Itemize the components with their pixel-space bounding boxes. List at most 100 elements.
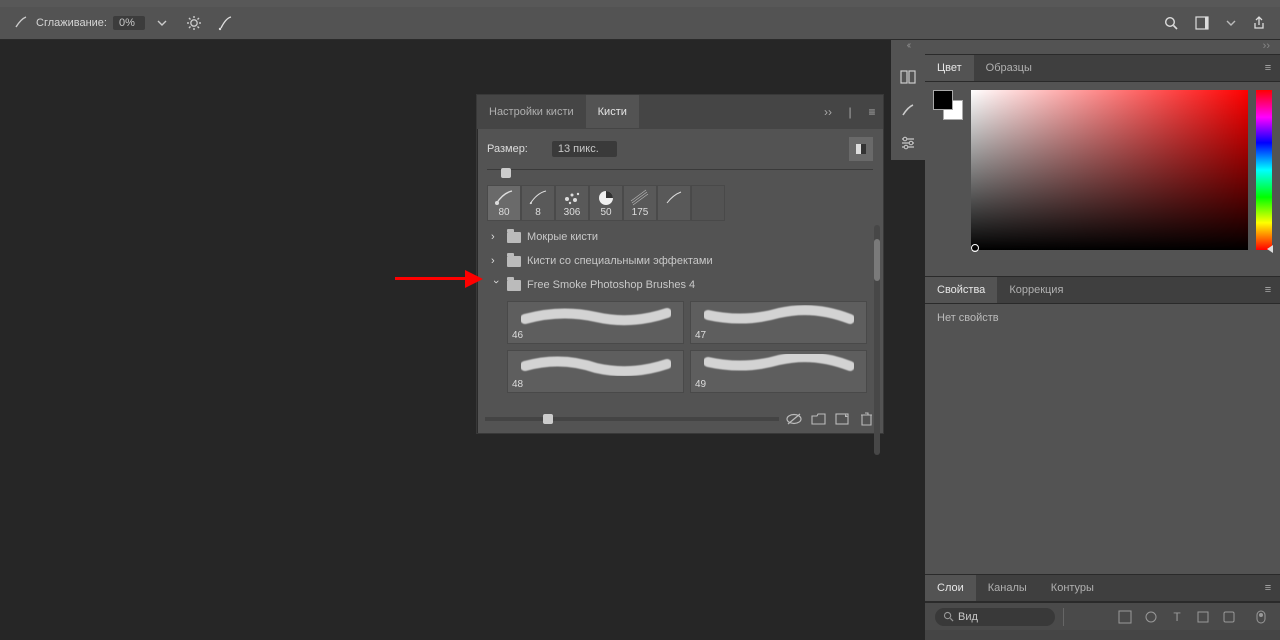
filter-shape-icon[interactable]: [1194, 608, 1212, 626]
brush-size-label: Размер:: [487, 143, 528, 155]
brush-folder-name: Кисти со специальными эффектами: [527, 255, 713, 267]
brush-thumbnail[interactable]: 47: [690, 301, 867, 344]
collapse-dock-icon[interactable]: ‹‹: [891, 40, 925, 54]
layers-filter-type[interactable]: Вид: [935, 608, 1055, 626]
tab-adjustments[interactable]: Коррекция: [997, 277, 1075, 303]
brush-preset-item[interactable]: 175: [623, 185, 657, 221]
workspace-switcher-icon[interactable]: [1194, 12, 1216, 34]
brush-thumbnail[interactable]: 49: [690, 350, 867, 393]
brush-preset-item[interactable]: 8: [521, 185, 555, 221]
right-panel-stack: ›› Цвет Образцы ≡ Свойства Коррекция ≡ Н…: [925, 40, 1280, 640]
brush-panel-scrollbar[interactable]: [874, 225, 880, 455]
filter-toggle-icon[interactable]: [1252, 608, 1270, 626]
adjustments-tool-icon[interactable]: [894, 131, 922, 156]
brush-thumbnail[interactable]: 48: [507, 350, 684, 393]
filter-pixel-icon[interactable]: [1116, 608, 1134, 626]
foreground-color-swatch[interactable]: [933, 90, 953, 110]
folder-icon: [507, 232, 521, 243]
layers-panel-menu-icon[interactable]: ≡: [1256, 575, 1280, 601]
brush-size-value[interactable]: 13 пикс.: [552, 141, 617, 157]
brush-folder: › Мокрые кисти: [487, 225, 873, 249]
brush-thumbnail[interactable]: 46: [507, 301, 684, 344]
brush-tool-icon[interactable]: [894, 97, 922, 122]
brush-panel: Настройки кисти Кисти ›› | ≡ Размер: 13 …: [476, 94, 884, 434]
brush-folder: › Free Smoke Photoshop Brushes 4 46 47 4…: [487, 273, 873, 401]
folder-open-icon: [507, 280, 521, 291]
slider-thumb-icon[interactable]: [501, 168, 511, 178]
hue-slider-thumb-icon[interactable]: [1267, 245, 1273, 253]
brush-folder-header[interactable]: › Кисти со специальными эффектами: [487, 249, 873, 273]
color-panel-body: [925, 82, 1280, 276]
folder-icon: [507, 256, 521, 267]
properties-panel-tabs: Свойства Коррекция ≡: [925, 276, 1280, 304]
brush-preset-label: 8: [535, 207, 541, 218]
scrollbar-thumb[interactable]: [874, 239, 880, 281]
brush-delete-icon[interactable]: [857, 411, 875, 427]
collapse-panels-icon[interactable]: ››: [925, 40, 1280, 54]
tab-channels[interactable]: Каналы: [976, 575, 1039, 601]
tab-layers[interactable]: Слои: [925, 575, 976, 601]
smoothing-settings-icon[interactable]: [183, 12, 205, 34]
brush-size-slider[interactable]: [487, 169, 873, 175]
hue-slider[interactable]: [1256, 90, 1272, 250]
brush-folder-name: Free Smoke Photoshop Brushes 4: [527, 279, 695, 291]
tab-properties[interactable]: Свойства: [925, 277, 997, 303]
layers-filter-placeholder: Вид: [958, 611, 978, 623]
brush-flip-toggle[interactable]: [849, 137, 873, 161]
properties-body: Нет свойств: [925, 304, 1280, 574]
properties-panel-menu-icon[interactable]: ≡: [1256, 277, 1280, 303]
brush-panel-tabs: Настройки кисти Кисти ›› | ≡: [477, 95, 883, 129]
brush-new-icon[interactable]: [833, 411, 851, 427]
brush-panel-collapse-icon[interactable]: ››: [817, 95, 839, 128]
symmetry-icon[interactable]: [215, 12, 237, 34]
color-panel-menu-icon[interactable]: ≡: [1256, 55, 1280, 81]
smoothing-dropdown-icon[interactable]: [151, 12, 173, 34]
slider-thumb-icon[interactable]: [543, 414, 553, 424]
brush-preset-label: 175: [632, 207, 649, 218]
fgbg-swatch[interactable]: [933, 90, 963, 120]
chevron-down-icon: ›: [490, 280, 502, 290]
tab-paths[interactable]: Контуры: [1039, 575, 1106, 601]
tab-brush-settings[interactable]: Настройки кисти: [477, 95, 586, 128]
brush-panel-bottom: [477, 407, 883, 433]
tab-brushes[interactable]: Кисти: [586, 95, 639, 128]
filter-dropdown-icon[interactable]: [1063, 608, 1075, 626]
options-bar: Сглаживание: 0%: [0, 7, 1280, 40]
brush-preset-item[interactable]: 80: [487, 185, 521, 221]
brush-folder-new-icon[interactable]: [809, 411, 827, 427]
brush-preset-item[interactable]: 306: [555, 185, 589, 221]
filter-adjustment-icon[interactable]: [1142, 608, 1160, 626]
chevron-right-icon: ›: [491, 255, 501, 267]
brush-thumb-label: 48: [512, 377, 679, 390]
filter-type-icon[interactable]: T: [1168, 608, 1186, 626]
brush-panel-divider: |: [839, 95, 861, 128]
layers-filter-row: Вид T: [925, 602, 1280, 630]
color-panel-tabs: Цвет Образцы ≡: [925, 54, 1280, 82]
tab-color[interactable]: Цвет: [925, 55, 974, 81]
brush-panel-menu-icon[interactable]: ≡: [861, 95, 883, 128]
brush-folder-header[interactable]: › Мокрые кисти: [487, 225, 873, 249]
brush-preset-label: 50: [600, 207, 611, 218]
brush-thumb-label: 47: [695, 328, 862, 341]
smoothing-value[interactable]: 0%: [113, 16, 145, 30]
share-icon[interactable]: [1248, 12, 1270, 34]
chevron-right-icon: ›: [491, 231, 501, 243]
color-field[interactable]: [971, 90, 1248, 250]
history-tool-icon[interactable]: [894, 64, 922, 89]
callout-arrow: [395, 268, 487, 288]
brush-preset-item[interactable]: 50: [589, 185, 623, 221]
smoothing-label: Сглаживание:: [36, 17, 107, 29]
layers-panel-tabs: Слои Каналы Контуры ≡: [925, 574, 1280, 602]
brush-folder-header[interactable]: › Free Smoke Photoshop Brushes 4: [487, 273, 873, 297]
brush-preview-toggle-icon[interactable]: [785, 411, 803, 427]
tab-swatches[interactable]: Образцы: [974, 55, 1044, 81]
filter-smart-icon[interactable]: [1220, 608, 1238, 626]
brush-folder: › Кисти со специальными эффектами: [487, 249, 873, 273]
brush-preset-item[interactable]: [657, 185, 691, 221]
brush-preset-label: 80: [498, 207, 509, 218]
brush-thumb-size-slider[interactable]: [485, 417, 779, 421]
workspace-dropdown-icon[interactable]: [1220, 12, 1242, 34]
brush-folder-items: 46 47 48 49: [487, 297, 873, 401]
search-right-icon[interactable]: [1160, 12, 1182, 34]
tool-preset-icon[interactable]: [10, 12, 32, 34]
